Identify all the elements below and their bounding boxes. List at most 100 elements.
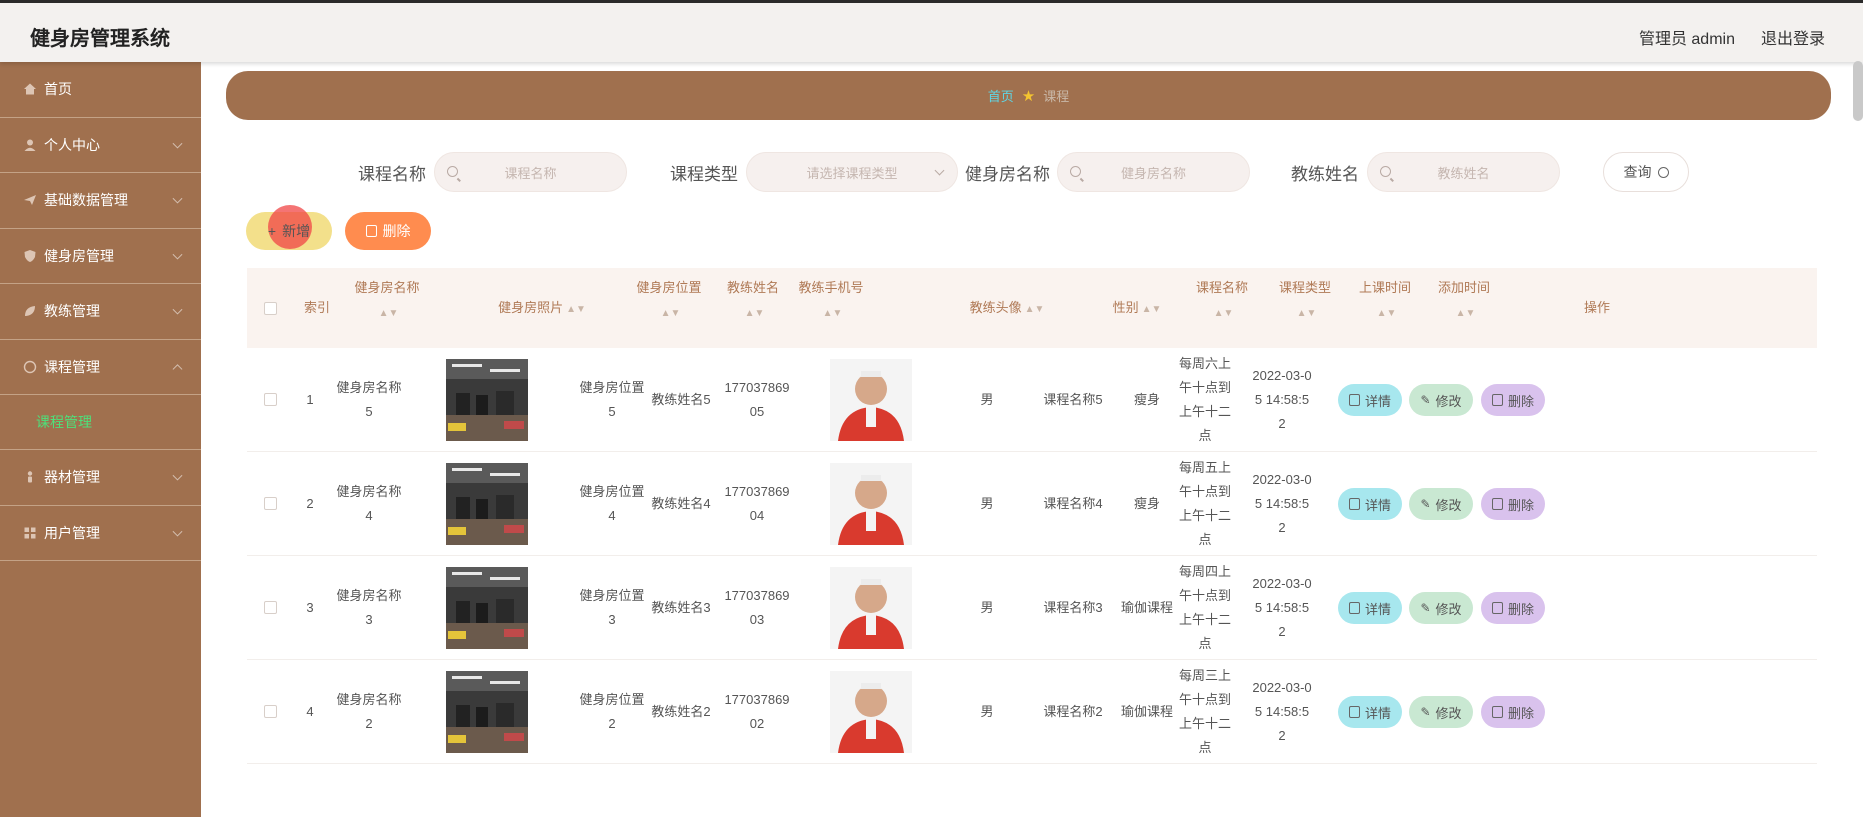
user-icon xyxy=(22,137,38,153)
th-added-time[interactable]: 添加时间 ▲▼ xyxy=(1431,276,1497,326)
sidebar-item-label: 课程管理 xyxy=(44,358,100,375)
sidebar-item-basic-data[interactable]: 基础数据管理 xyxy=(0,173,201,229)
sidebar-item-label: 用户管理 xyxy=(44,524,100,541)
detail-button[interactable]: 详情 xyxy=(1338,488,1402,520)
breadcrumb-current: 课程 xyxy=(1043,89,1070,104)
person-icon xyxy=(22,469,38,485)
gym-photo[interactable] xyxy=(446,567,528,649)
cell-coach-name: 教练姓名3 xyxy=(651,600,711,615)
gym-name-input[interactable]: 健身房名称 xyxy=(1057,152,1250,192)
row-checkbox[interactable] xyxy=(264,705,277,718)
cell-index: 2 xyxy=(306,496,314,511)
coach-name-label: 教练姓名 xyxy=(1291,164,1359,184)
sort-icon: ▲▼ xyxy=(744,308,765,319)
sidebar-item-course-management[interactable]: 课程管理 xyxy=(0,340,201,395)
coach-avatar[interactable] xyxy=(830,671,912,753)
cell-gym-location: 健身房位置3 xyxy=(579,588,645,627)
edit-button-label: 修改 xyxy=(1435,705,1462,721)
coach-avatar[interactable] xyxy=(830,463,912,545)
sidebar-item-equipment-management[interactable]: 器材管理 xyxy=(0,450,201,506)
cell-class-time: 每周四上午十点到上午十二点 xyxy=(1178,564,1231,651)
gym-photo[interactable] xyxy=(446,463,528,545)
delete-button[interactable]: 删除 xyxy=(1481,592,1545,624)
top-bar: 健身房管理系统 管理员 admin 退出登录 xyxy=(0,0,1863,121)
cell-index: 1 xyxy=(306,392,314,407)
search-icon xyxy=(447,166,458,177)
th-course-name[interactable]: 课程名称 ▲▼ xyxy=(1184,276,1260,326)
coach-name-input[interactable]: 教练姓名 xyxy=(1367,152,1560,192)
th-coach-name[interactable]: 教练姓名 ▲▼ xyxy=(720,276,786,326)
gym-photo[interactable] xyxy=(446,359,528,441)
pencil-icon: ✎ xyxy=(1420,497,1431,511)
detail-button[interactable]: 详情 xyxy=(1338,696,1402,728)
table-header: 索引 健身房名称 ▲▼ 健身房照片 ▲▼ 健身房位置▲▼ 教练姓名 ▲▼ 教练手机号▲… xyxy=(247,268,1817,348)
plus-icon: + xyxy=(267,223,277,239)
trash-icon xyxy=(1491,498,1503,510)
gym-photo[interactable] xyxy=(446,671,528,753)
sidebar-item-coach-management[interactable]: 教练管理 xyxy=(0,284,201,340)
course-name-placeholder: 课程名称 xyxy=(504,165,557,181)
th-coach-avatar[interactable]: 教练头像 ▲▼ xyxy=(942,296,1072,322)
cell-class-time: 每周五上午十点到上午十二点 xyxy=(1178,460,1231,547)
th-course-type[interactable]: 课程类型 ▲▼ xyxy=(1272,276,1338,326)
detail-button[interactable]: 详情 xyxy=(1338,592,1402,624)
scrollbar-thumb[interactable] xyxy=(1853,61,1863,121)
add-button-label: 新增 xyxy=(282,223,311,239)
trash-icon xyxy=(365,225,377,237)
th-gender[interactable]: 性别 ▲▼ xyxy=(1107,296,1167,322)
coach-avatar[interactable] xyxy=(830,359,912,441)
th-operation: 操作 xyxy=(1583,300,1610,315)
breadcrumb-home[interactable]: 首页 xyxy=(988,86,1014,105)
coach-avatar[interactable] xyxy=(830,567,912,649)
edit-button[interactable]: ✎ 修改 xyxy=(1409,384,1473,416)
detail-button-label: 详情 xyxy=(1364,601,1391,617)
sidebar-item-user-management[interactable]: 用户管理 xyxy=(0,506,201,561)
detail-button[interactable]: 详情 xyxy=(1338,384,1402,416)
chevron-down-icon xyxy=(172,249,183,260)
course-name-label: 课程名称 xyxy=(358,164,426,184)
chevron-down-icon xyxy=(934,165,945,176)
sidebar-item-gym-management[interactable]: 健身房管理 xyxy=(0,229,201,284)
th-index: 索引 xyxy=(303,300,330,315)
sort-icon: ▲▼ xyxy=(1024,304,1045,315)
row-checkbox[interactable] xyxy=(264,497,277,510)
row-checkbox[interactable] xyxy=(264,601,277,614)
cell-gender: 男 xyxy=(980,392,994,407)
cell-index: 3 xyxy=(306,600,314,615)
sidebar-item-home[interactable]: 首页 xyxy=(0,62,201,118)
logout-link[interactable]: 退出登录 xyxy=(1761,25,1825,49)
edit-button[interactable]: ✎ 修改 xyxy=(1409,592,1473,624)
search-icon xyxy=(1070,166,1081,177)
batch-delete-button[interactable]: 删除 xyxy=(345,212,431,250)
select-all-checkbox[interactable] xyxy=(264,302,277,315)
sidebar-subitem-label: 课程管理 xyxy=(36,414,92,430)
row-checkbox[interactable] xyxy=(264,393,277,406)
cell-added-time: 2022-03-05 14:58:52 xyxy=(1252,680,1312,743)
th-coach-phone[interactable]: 教练手机号▲▼ xyxy=(796,276,866,326)
cell-gender: 男 xyxy=(980,600,994,615)
document-icon xyxy=(1348,498,1360,510)
course-type-select[interactable]: 请选择课程类型 xyxy=(746,152,958,192)
th-gym-location[interactable]: 健身房位置▲▼ xyxy=(634,276,704,326)
delete-button[interactable]: 删除 xyxy=(1481,384,1545,416)
course-name-input[interactable]: 课程名称 xyxy=(434,152,627,192)
cell-added-time: 2022-03-05 14:58:52 xyxy=(1252,368,1312,431)
sort-icon: ▲▼ xyxy=(1296,308,1317,319)
th-gym-name[interactable]: 健身房名称 ▲▼ xyxy=(347,276,427,326)
pencil-icon: ✎ xyxy=(1420,705,1431,719)
sidebar-subitem-course-management[interactable]: 课程管理 xyxy=(0,395,201,450)
cell-class-time: 每周三上午十点到上午十二点 xyxy=(1178,668,1231,755)
delete-button[interactable]: 删除 xyxy=(1481,488,1545,520)
sidebar-item-label: 基础数据管理 xyxy=(44,192,128,209)
th-gym-photo[interactable]: 健身房照片 ▲▼ xyxy=(477,296,607,322)
delete-button[interactable]: 删除 xyxy=(1481,696,1545,728)
sort-icon: ▲▼ xyxy=(660,308,681,319)
edit-button[interactable]: ✎ 修改 xyxy=(1409,696,1473,728)
home-icon xyxy=(22,81,38,97)
add-button[interactable]: + 新增 xyxy=(246,205,332,250)
th-class-time[interactable]: 上课时间 ▲▼ xyxy=(1353,276,1417,326)
edit-button[interactable]: ✎ 修改 xyxy=(1409,488,1473,520)
sidebar-item-personal-center[interactable]: 个人中心 xyxy=(0,118,201,173)
shield-icon xyxy=(22,248,38,264)
query-button[interactable]: 查询 xyxy=(1603,152,1689,192)
